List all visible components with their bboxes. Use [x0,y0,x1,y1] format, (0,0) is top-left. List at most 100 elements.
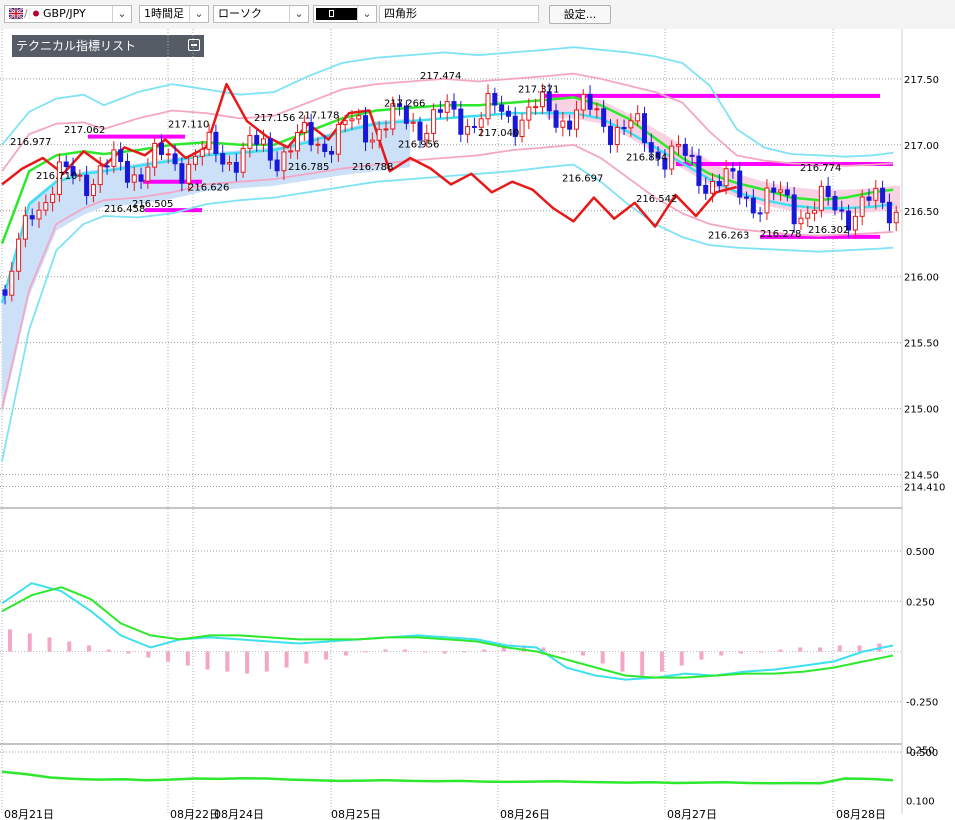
symbol-select[interactable]: / GBP/JPY ⌄ [4,5,132,23]
candle-body [744,196,750,199]
settings-button[interactable]: 設定... [549,5,611,24]
candle-body [682,143,688,156]
candle-body [852,215,858,231]
macd-histogram-bar [719,651,724,656]
candle-body [90,184,96,197]
drawing-tool-select[interactable]: ⌄ [313,5,377,23]
candle-body [335,124,341,155]
price-annotation: 217.178 [298,110,339,121]
ichimoku-cloud-bull [2,118,411,416]
candle-body [839,209,845,212]
candle-body [247,135,253,149]
candle-body [369,139,375,143]
macd-histogram-bar [580,651,585,656]
x-axis-date-label: 08月21日 [4,808,54,820]
candle-body [437,109,443,113]
candle-body [274,159,280,172]
candle-body [111,149,117,167]
macd-histogram-bar [403,649,408,652]
candle-body [84,174,90,197]
candle-body [825,185,831,197]
price-tick-label: 215.00 [904,405,939,416]
candle-body [594,108,600,111]
price-annotation: 216.956 [398,139,439,150]
candle-body [145,166,151,182]
candle-body [322,143,328,152]
chevron-down-icon[interactable]: ⌄ [112,6,131,22]
candle-body [533,106,539,109]
candle-body [199,148,205,157]
macd-histogram-bar [422,651,427,653]
candle-body [716,180,722,187]
candle-body [628,120,634,129]
candle-body [329,150,335,155]
candle-body [553,110,559,128]
drawing-tool-name: 四角形 [379,5,539,23]
candle-body [764,187,770,214]
candle-body [573,109,579,130]
candle-body [2,289,8,296]
rectangle-tool-icon [316,8,358,20]
chart-type-select[interactable]: ローソク ⌄ [213,5,309,23]
candle-body [621,127,627,130]
macd-tick-label: 0.500 [906,547,935,558]
candle-body [492,92,498,106]
candle-body [880,187,886,203]
candle-body [281,151,287,172]
macd-histogram-bar [245,651,250,674]
candle-body [505,110,511,117]
candle-body [567,120,573,130]
candle-body [465,125,471,135]
candle-body [499,104,505,112]
macd-histogram-bar [264,651,269,672]
macd-line [1,582,894,681]
uk-flag-icon [9,8,23,19]
candle-body [689,154,695,157]
macd-histogram-bar [482,649,487,652]
macd-histogram-bar [778,649,783,652]
x-axis-date-label: 08月26日 [500,808,550,820]
x-axis-date-label: 08月27日 [667,808,717,820]
chevron-down-icon[interactable]: ⌄ [189,6,208,22]
candle-body [36,209,42,220]
macd-histogram-bar [304,651,309,664]
macd-histogram-bar [67,641,72,652]
candle-body [478,118,484,128]
candle-body [757,212,763,215]
macd-histogram-bar [8,629,12,652]
macd-histogram-bar [106,649,111,652]
chevron-down-icon[interactable]: ⌄ [357,6,376,22]
price-annotation: 216.278 [760,229,801,240]
macd-histogram-bar [600,651,605,664]
candle-body [703,184,709,194]
macd-histogram-bar [363,651,368,653]
candle-body [158,142,164,155]
candle-body [791,194,797,225]
candle-body [43,202,49,211]
price-tick-label: 217.00 [904,141,939,152]
macd-histogram-bar [383,649,388,652]
price-annotation: 216.542 [636,194,677,205]
rci-tick-label: 0.250 [906,746,935,757]
candle-body [220,153,226,165]
candle-body [417,121,423,141]
candle-body [186,163,192,184]
macd-histogram-bar [205,651,210,670]
candle-body [886,201,892,224]
macd-histogram-bar [620,651,625,672]
chart-area[interactable]: 217.50 217.00 216.50 216.00 215.50 215.00 214.… [0,29,955,820]
candle-body [267,138,273,161]
x-axis-date-label: 08月25日 [331,808,381,820]
chevron-down-icon[interactable]: ⌄ [289,6,308,22]
macd-histogram-bar [462,651,467,653]
candle-body [165,153,171,156]
candle-body [778,189,784,193]
macd-histogram-bar [126,651,131,654]
rci-line [1,770,894,785]
candle-body [893,211,899,224]
timeframe-select[interactable]: 1時間足 ⌄ [139,5,209,23]
candle-body [50,193,56,204]
candle-body [9,270,15,296]
candle-body [784,189,790,196]
chart-type-label: ローソク [218,7,262,20]
